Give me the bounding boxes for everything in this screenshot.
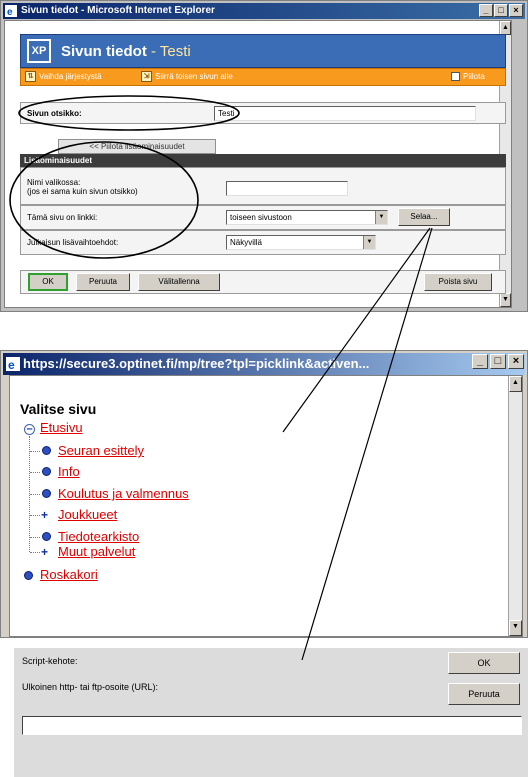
tree-item-etusivu[interactable]: Etusivu xyxy=(40,420,83,435)
minimize-icon[interactable]: _ xyxy=(472,354,488,369)
window2-scrollbar[interactable]: ▲ ▼ xyxy=(508,376,522,636)
scroll-down-icon[interactable]: ▼ xyxy=(509,620,522,636)
svg-text:e: e xyxy=(8,358,15,371)
menu-name-hint: (jos ei sama kuin sivun otsikko) xyxy=(27,187,138,196)
chevron-down-icon[interactable]: ▼ xyxy=(363,236,375,249)
publish-label: Julkaisun lisävaihtoehdot: xyxy=(27,238,119,247)
tree-item-joukkueet[interactable]: Joukkueet xyxy=(58,507,117,522)
tree-item-tiedotearkisto[interactable]: Tiedotearkisto xyxy=(58,529,139,544)
window2-title: https://secure3.optinet.fi/mp/tree?tpl=p… xyxy=(23,356,370,371)
maximize-icon[interactable]: □ xyxy=(490,354,506,369)
minimize-icon[interactable]: _ xyxy=(479,4,493,17)
scroll-up-icon[interactable]: ▲ xyxy=(500,21,511,35)
collapse-icon[interactable]: – xyxy=(24,424,35,435)
bullet-icon xyxy=(24,571,33,580)
prompt-label: Ulkoinen http- tai ftp-osoite (URL): xyxy=(22,682,159,692)
reorder-icon: ⇅ xyxy=(25,71,36,83)
reorder-button[interactable]: ⇅ Vaihda järjestystä xyxy=(25,69,102,85)
save-draft-button[interactable]: Välitallenna xyxy=(138,273,220,291)
tree-connector xyxy=(30,472,40,473)
tree-item-muut-palvelut[interactable]: Muut palvelut xyxy=(58,544,135,559)
ie-icon: e xyxy=(5,5,17,17)
window1-titlebar[interactable]: e Sivun tiedot - Microsoft Internet Expl… xyxy=(3,3,525,19)
bullet-icon xyxy=(42,467,51,476)
cancel-button[interactable]: Peruuta xyxy=(76,273,130,291)
publish-select[interactable]: Näkyvillä ▼ xyxy=(226,235,376,250)
hide-checkbox-box[interactable] xyxy=(451,72,460,82)
plus-icon[interactable]: + xyxy=(41,509,48,521)
window2-titlebar[interactable]: e https://secure3.optinet.fi/mp/tree?tpl… xyxy=(3,353,525,375)
ok-button[interactable]: OK xyxy=(28,273,68,291)
chevron-down-icon[interactable]: ▼ xyxy=(375,211,387,224)
plus-icon[interactable]: + xyxy=(41,546,48,558)
scroll-down-icon[interactable]: ▼ xyxy=(500,293,511,307)
prompt-cancel-button[interactable]: Peruuta xyxy=(448,683,520,705)
url-input[interactable] xyxy=(22,716,522,735)
extras-heading: Lisäominaisuudet xyxy=(20,154,506,167)
page-toolbar: ⇅ Vaihda järjestystä ⇲ Siirrä toisen sivun… xyxy=(20,68,506,86)
close-icon[interactable]: × xyxy=(508,354,524,369)
page-header: XP Sivun tiedot - Testi xyxy=(20,34,506,68)
prompt-title-label: Script-kehote: xyxy=(22,656,78,666)
ie-icon: e xyxy=(6,357,20,371)
tree-item-roskakori[interactable]: Roskakori xyxy=(40,567,98,582)
move-under-button[interactable]: ⇲ Siirrä toisen sivun alle xyxy=(141,69,233,85)
page-subtitle: - Testi xyxy=(151,43,191,60)
delete-page-button[interactable]: Poista sivu xyxy=(424,273,492,291)
bullet-icon xyxy=(42,489,51,498)
page-title-input[interactable]: Testi xyxy=(214,106,476,121)
tree-connector xyxy=(30,451,40,452)
tree-connector xyxy=(30,515,40,516)
page-title: Sivun tiedot - Testi xyxy=(61,43,191,60)
prompt-ok-button[interactable]: OK xyxy=(448,652,520,674)
tree-connector xyxy=(30,494,40,495)
hide-checkbox[interactable]: Piilota xyxy=(451,69,485,85)
tree-title: Valitse sivu xyxy=(20,401,97,417)
link-type-value: toiseen sivustoon xyxy=(230,213,292,222)
tree-item-info[interactable]: Info xyxy=(58,464,80,479)
hide-extras-button[interactable]: << Piilota lisäominaisuudet xyxy=(58,139,216,154)
window1-title: Sivun tiedot - Microsoft Internet Explor… xyxy=(21,5,215,16)
tree-connector xyxy=(30,537,40,538)
menu-name-input[interactable] xyxy=(226,181,348,196)
move-icon: ⇲ xyxy=(141,71,152,83)
menu-name-label: Nimi valikossa: xyxy=(27,178,81,187)
svg-text:e: e xyxy=(7,7,13,17)
scroll-up-icon[interactable]: ▲ xyxy=(509,376,522,392)
page-title-label: Sivun otsikko: xyxy=(27,109,82,118)
tree-item-seuran-esittely[interactable]: Seuran esittely xyxy=(58,443,144,458)
browse-button[interactable]: Selaa... xyxy=(398,208,450,226)
publish-value: Näkyvillä xyxy=(230,238,263,247)
maximize-icon[interactable]: □ xyxy=(494,4,508,17)
bullet-icon xyxy=(42,532,51,541)
close-icon[interactable]: × xyxy=(509,4,523,17)
link-type-select[interactable]: toiseen sivustoon ▼ xyxy=(226,210,388,225)
tree-connector xyxy=(30,552,40,553)
tree-item-koulutus[interactable]: Koulutus ja valmennus xyxy=(58,486,189,501)
link-label: Tämä sivu on linkki: xyxy=(27,213,98,222)
page-properties-icon: XP xyxy=(27,39,51,63)
bullet-icon xyxy=(42,446,51,455)
